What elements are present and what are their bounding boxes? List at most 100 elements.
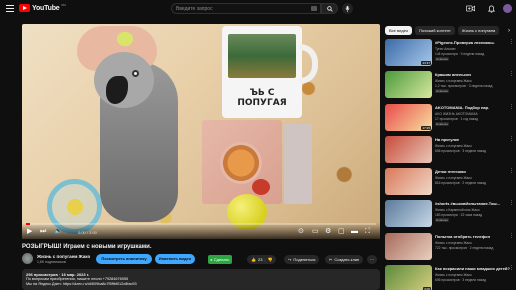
channel-badge-button[interactable]: ▸ Сделать [208,255,232,264]
keyboard-icon[interactable] [311,6,317,11]
autoplay-toggle-icon[interactable]: ⊙ [298,228,304,236]
recommendation-thumbnail[interactable]: 23:37 [385,39,432,66]
filter-chip[interactable]: Жизнь с попугаем [457,26,500,35]
recommendation-item[interactable]: Попытка отобрать телефон Жизнь с попугаем… [385,232,516,265]
recommendation-thumbnail[interactable] [385,71,432,99]
subtitles-icon[interactable]: ▭ [312,228,319,236]
top-bar: YouTube RU Введите запрос [0,0,516,18]
recommendation-meta: 816 просмотров · 2 недели назад [435,181,486,186]
description-line: Мы на Яндекс.Дзен: https://dzen.ru/id/60… [26,282,137,286]
share-label: Поделиться [293,257,316,262]
recommendation-channel: Жизнь с попугаем Жако [435,176,472,181]
recommendation-thumbnail[interactable] [385,135,432,163]
more-actions-button[interactable]: ⋯ [367,255,377,264]
search-button[interactable] [321,3,338,14]
search-icon [326,5,333,12]
more-vertical-icon[interactable]: ⋮ [509,136,514,142]
more-vertical-icon[interactable]: ⋮ [509,104,514,110]
notifications-bell-icon[interactable] [487,4,496,13]
recommendation-thumbnail[interactable] [385,232,432,260]
filter-chip[interactable]: Все видео [385,26,413,35]
recommendation-title: #shorts #вызовИспытание.Тош... [435,201,501,207]
recommendation-channel: AKO ЖИЗНЬ AKOTOMANIA [435,111,478,116]
youtube-play-icon [19,4,30,12]
description-box[interactable]: 296 просмотров · 16 мар. 2023 г. По вопр… [22,269,380,290]
recommendation-item[interactable]: Крашим апельсин Жизнь с попугаем Жако 1,2 … [385,71,516,103]
recommendation-thumbnail[interactable] [385,168,432,196]
video-frame-ball-inner [67,199,83,215]
recommendation-title: Как покрасили наши младших детей? [435,266,510,272]
subscriber-count: 1,6K подписчиков [37,260,66,264]
progress-bar[interactable] [26,223,376,225]
recommendation-channel: Жизнь с попугаем Жако [435,273,472,278]
recommendation-title: Детки птенчики [435,169,466,175]
thumbs-down-icon[interactable]: 👎 [267,255,272,264]
edit-video-button[interactable]: Изменить видео [155,254,195,264]
more-vertical-icon[interactable]: ⋮ [509,201,514,206]
share-button[interactable]: ↪ Поделиться [284,255,320,264]
recommendation-channel: Жизнь с попугаем Жако [435,240,472,245]
recommendation-thumbnail[interactable]: 17:25 [385,103,432,131]
recommendation-meta: 722 тыс. просмотров · 2 недели назад [435,245,494,250]
more-vertical-icon[interactable]: ⋮ [509,266,514,271]
more-vertical-icon[interactable]: ⋮ [509,169,514,174]
new-badge: Новинка [435,57,449,61]
recommendation-title: Попытка отобрать телефон [435,233,491,239]
recommendation-meta: 17 просмотров · 1 год назад [435,116,478,121]
recommendation-channel: Жизнь с попугаем Жако [435,143,472,148]
settings-gear-icon[interactable]: ⚙ [325,228,331,236]
duration-badge: 23:37 [421,61,431,65]
clip-label: Создать клип [334,257,360,262]
youtube-logo[interactable]: YouTube RU [19,3,66,12]
next-icon[interactable]: ⏭ [40,228,46,236]
mug-text: ЪЬ С ПОПУГАЯ [237,88,287,108]
like-dislike-group[interactable]: 👍 23 | 👎 [247,255,277,264]
channel-avatar[interactable] [22,253,33,264]
search-placeholder: Введите запрос [176,6,213,12]
filter-chips: Все видео Похожий контент Жизнь с попугаем [385,26,516,36]
badge-play-icon: ▸ [210,257,213,262]
time-display: 0:00 / 2:00 [78,230,97,235]
theater-mode-icon[interactable]: ▬ [351,228,358,236]
recommendation-meta: 183 просмотра · 22 часа назад [435,213,483,218]
recommendation-item[interactable]: На прогулке Жизнь с попугаем Жако 606 прос… [385,135,516,168]
recommendation-thumbnail[interactable]: 3:00 [385,265,432,290]
volume-icon[interactable]: 🔈 [54,228,63,236]
duration-badge: 17:25 [421,125,431,130]
thumbs-up-icon[interactable]: 👍 [251,255,256,264]
filter-chip[interactable]: Похожий контент [415,26,455,35]
logo-text: YouTube [32,4,60,12]
clip-button[interactable]: ✂ Создать клип [325,255,364,264]
more-vertical-icon[interactable]: ⋮ [509,72,514,77]
fullscreen-icon[interactable]: ⛶ [365,228,370,236]
video-frame-box-print [220,142,262,184]
recommendation-thumbnail[interactable] [385,200,432,228]
search-input[interactable]: Введите запрос [171,3,321,14]
recommendation-item[interactable]: 23:37 #Pigeons.Проверка лесникоы. Тугеи Ал… [385,39,516,71]
video-player[interactable]: ЪЬ С ПОПУГАЯ ▶ ⏭ 🔈 0:00 / 2:00 ⊙ ▭ ⚙ ▢ ▬… [22,24,380,239]
new-badge: Новинка [435,121,449,126]
channel-name[interactable]: Жизнь с попугаем Жако [37,254,90,259]
recommendation-item[interactable]: #shorts #вызовИспытание.Тош... Жизнь с Ка… [385,200,516,232]
microphone-icon[interactable] [342,3,353,14]
recommendation-title: Крашим апельсин [435,72,471,78]
analytics-button[interactable]: Посмотреть аналитику [96,254,152,264]
recommendation-meta: 144 просмотра · 3 недели назад [435,52,485,56]
recommendation-item[interactable]: 17:25 AKOTOMANIA. Подбор пар. AKO ЖИЗНЬ AK… [385,103,516,136]
recommendation-title: На прогулке [435,136,460,142]
recommendation-item[interactable]: 3:00 Как покрасили наши младших детей? Жиз… [385,265,516,290]
chevron-right-icon[interactable]: › [508,27,510,35]
menu-icon[interactable] [6,5,14,12]
progress-fill [26,223,30,225]
play-icon[interactable]: ▶ [27,228,32,236]
account-avatar[interactable] [503,4,512,13]
new-badge: Новинка [435,89,449,94]
share-icon: ↪ [288,257,292,262]
create-video-icon[interactable] [466,4,475,13]
video-frame-mug-image [228,34,296,78]
more-vertical-icon[interactable]: ⋮ [509,40,514,45]
more-vertical-icon[interactable]: ⋮ [509,233,514,239]
recommendation-item[interactable]: Детки птенчики Жизнь с попугаем Жако 816 п… [385,168,516,200]
miniplayer-icon[interactable]: ▢ [338,228,345,236]
recommendation-title: AKOTOMANIA. Подбор пар. [435,104,490,110]
